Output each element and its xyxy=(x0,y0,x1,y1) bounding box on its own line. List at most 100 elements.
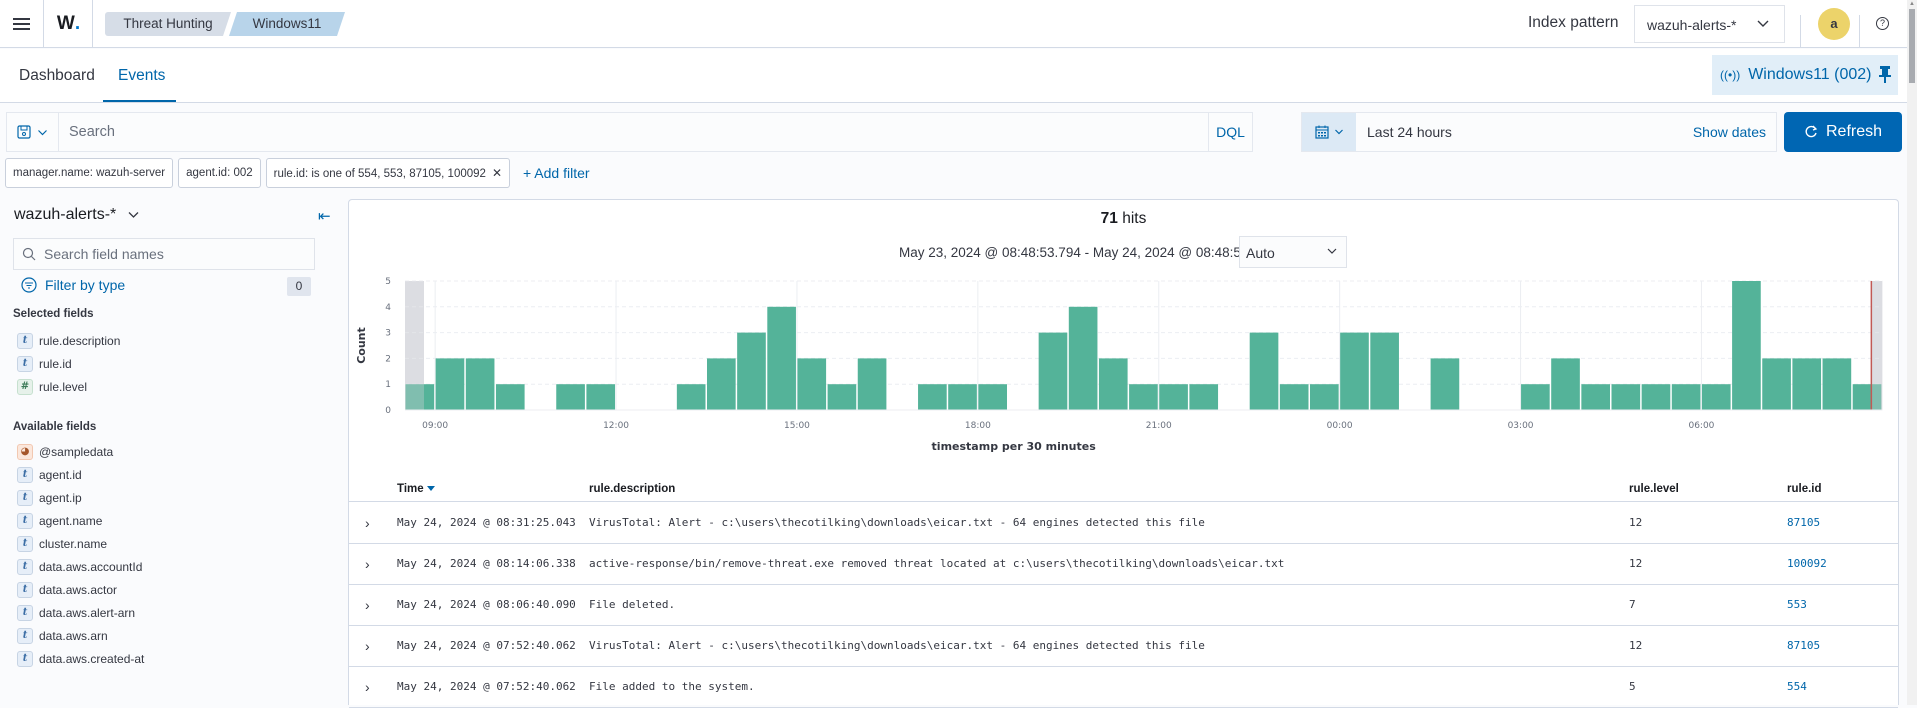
histogram-bar[interactable] xyxy=(948,384,977,410)
column-header-rule-id[interactable]: rule.id xyxy=(1787,483,1822,495)
collapse-sidebar-icon[interactable]: ⇤ xyxy=(318,207,331,225)
filter-pill[interactable]: manager.name: wazuh-server xyxy=(5,158,174,188)
histogram-bar[interactable] xyxy=(827,384,857,410)
column-header-time[interactable]: Time xyxy=(397,483,435,495)
histogram-bar[interactable] xyxy=(767,306,796,410)
histogram-bar[interactable] xyxy=(435,358,465,410)
histogram-bar[interactable] xyxy=(1189,384,1219,410)
breadcrumb-threat-hunting[interactable]: Threat Hunting xyxy=(105,12,231,36)
field-item[interactable]: t data.aws.arn xyxy=(17,627,108,645)
histogram-bar[interactable] xyxy=(586,384,616,410)
field-item[interactable]: t agent.ip xyxy=(17,489,82,507)
field-search-input[interactable] xyxy=(44,239,309,269)
index-pattern-select[interactable]: wazuh-alerts-* xyxy=(1634,5,1785,43)
table-row[interactable]: › May 24, 2024 @ 07:52:40.062 VirusTotal: … xyxy=(349,626,1898,667)
field-item[interactable]: ◕ @sampledata xyxy=(17,443,113,461)
expand-row-icon[interactable]: › xyxy=(365,679,370,695)
histogram-bar[interactable] xyxy=(1551,358,1580,410)
field-item[interactable]: t agent.name xyxy=(17,512,102,530)
field-item[interactable]: t agent.id xyxy=(17,466,82,484)
expand-row-icon[interactable]: › xyxy=(365,597,370,613)
date-range-value[interactable]: Last 24 hours xyxy=(1367,124,1452,140)
cell-rule-id[interactable]: 87105 xyxy=(1787,639,1820,652)
close-icon[interactable]: ✕ xyxy=(492,166,502,180)
saved-queries-button[interactable] xyxy=(7,113,59,151)
histogram-bar[interactable] xyxy=(707,358,736,410)
cell-rule-id[interactable]: 553 xyxy=(1787,598,1807,611)
expand-row-icon[interactable]: › xyxy=(365,556,370,572)
expand-row-icon[interactable]: › xyxy=(365,515,370,531)
scroll-up-icon[interactable]: ▲ xyxy=(1909,1,1915,7)
page-scrollbar[interactable]: ▲ xyxy=(1907,0,1917,705)
histogram-bar[interactable] xyxy=(1701,384,1731,410)
histogram-bar[interactable] xyxy=(978,384,1007,410)
table-row[interactable]: › May 24, 2024 @ 08:06:40.090 File deleted… xyxy=(349,585,1898,626)
histogram-bar[interactable] xyxy=(1098,358,1128,410)
histogram-bar[interactable] xyxy=(1611,384,1641,410)
histogram-bar[interactable] xyxy=(1581,384,1610,410)
field-item[interactable]: t cluster.name xyxy=(17,535,107,553)
histogram-bar[interactable] xyxy=(1521,384,1550,410)
histogram-bar[interactable] xyxy=(1279,384,1309,410)
show-dates-link[interactable]: Show dates xyxy=(1693,124,1766,140)
column-header-rule-description[interactable]: rule.description xyxy=(589,483,675,495)
histogram-bar[interactable] xyxy=(556,384,585,410)
index-pattern-switcher[interactable]: wazuh-alerts-* xyxy=(14,206,140,224)
table-row[interactable]: › May 24, 2024 @ 08:14:06.338 active-respo… xyxy=(349,544,1898,585)
histogram-bar[interactable] xyxy=(1641,384,1671,410)
histogram-bar[interactable] xyxy=(676,384,706,410)
histogram-bar[interactable] xyxy=(1340,332,1369,410)
menu-button[interactable] xyxy=(0,0,44,48)
cell-rule-id[interactable]: 100092 xyxy=(1787,557,1827,570)
filter-pill[interactable]: rule.id: is one of 554, 553, 87105, 1000… xyxy=(265,158,510,188)
expand-row-icon[interactable]: › xyxy=(365,638,370,654)
histogram-bar[interactable] xyxy=(1129,384,1158,410)
pinned-agent-button[interactable]: ((•)) Windows11 (002) xyxy=(1712,55,1898,95)
sort-down-icon[interactable] xyxy=(426,486,435,492)
histogram-bar[interactable] xyxy=(1159,384,1188,410)
help-icon[interactable]: ? xyxy=(1876,17,1889,30)
histogram-bar[interactable] xyxy=(1671,384,1701,410)
field-item[interactable]: t rule.id xyxy=(17,355,72,373)
histogram-bar[interactable] xyxy=(1430,358,1460,410)
quick-date-menu-button[interactable] xyxy=(1302,113,1356,151)
field-item[interactable]: t rule.description xyxy=(17,332,120,350)
scrollbar-thumb[interactable] xyxy=(1909,9,1915,83)
histogram-chart[interactable]: 0 1 2 3 4 5 09:00 12:00 15:00 18:00 21:00 00:00 03:0… xyxy=(349,270,1900,470)
tab-dashboard[interactable]: Dashboard xyxy=(19,67,95,85)
refresh-button[interactable]: Refresh xyxy=(1784,112,1902,152)
histogram-bar[interactable] xyxy=(1822,358,1852,410)
histogram-bar[interactable] xyxy=(918,384,947,410)
field-item[interactable]: t data.aws.created-at xyxy=(17,650,144,668)
histogram-bar[interactable] xyxy=(1792,358,1822,410)
field-item[interactable]: t data.aws.accountId xyxy=(17,558,142,576)
field-item[interactable]: t data.aws.alert-arn xyxy=(17,604,135,622)
histogram-bar[interactable] xyxy=(1762,358,1791,410)
histogram-bar[interactable] xyxy=(737,332,766,410)
tab-events[interactable]: Events xyxy=(118,67,165,85)
filter-pill[interactable]: agent.id: 002 xyxy=(178,158,261,188)
histogram-bar[interactable] xyxy=(1038,332,1068,410)
histogram-bar[interactable] xyxy=(797,358,827,410)
add-filter-button[interactable]: + Add filter xyxy=(523,165,590,181)
field-item[interactable]: t data.aws.actor xyxy=(17,581,117,599)
histogram-bar[interactable] xyxy=(1249,332,1279,410)
table-row[interactable]: › May 24, 2024 @ 08:31:25.043 VirusTotal: … xyxy=(349,503,1898,544)
pin-icon[interactable] xyxy=(1878,64,1892,84)
cell-rule-id[interactable]: 87105 xyxy=(1787,516,1820,529)
histogram-bar[interactable] xyxy=(1732,281,1761,410)
search-input[interactable] xyxy=(59,113,1255,151)
interval-select[interactable]: Auto xyxy=(1239,236,1347,268)
filter-by-type-button[interactable]: Filter by type xyxy=(21,277,125,293)
wazuh-logo[interactable]: W. xyxy=(45,0,93,48)
histogram-bar[interactable] xyxy=(1068,306,1098,410)
histogram-bar[interactable] xyxy=(495,384,525,410)
column-header-rule-level[interactable]: rule.level xyxy=(1629,483,1679,495)
histogram-bar[interactable] xyxy=(857,358,887,410)
histogram-bar[interactable] xyxy=(465,358,495,410)
histogram-bar[interactable] xyxy=(1310,384,1339,410)
histogram-bar[interactable] xyxy=(1370,332,1399,410)
field-item[interactable]: # rule.level xyxy=(17,378,87,396)
cell-rule-id[interactable]: 554 xyxy=(1787,680,1807,693)
query-language-button[interactable]: DQL xyxy=(1208,113,1252,151)
